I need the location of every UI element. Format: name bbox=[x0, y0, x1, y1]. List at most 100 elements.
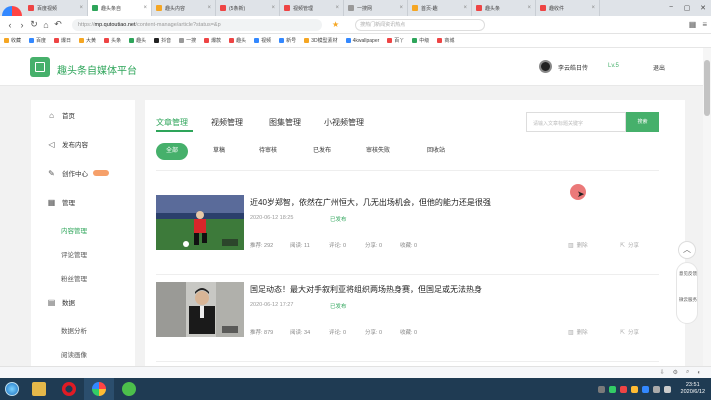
zoom-icon[interactable]: ⌕ bbox=[686, 369, 689, 376]
filter-drafts[interactable]: 草稿 bbox=[205, 143, 233, 160]
taskbar-wechat-icon[interactable] bbox=[114, 378, 144, 400]
article-search-input[interactable]: 请输入文章标题关键字 bbox=[526, 112, 626, 132]
sidebar-item-home[interactable]: ⌂ 首页 bbox=[31, 105, 135, 125]
back-icon[interactable]: ‹ bbox=[4, 20, 16, 30]
delete-button[interactable]: ▥ 删除 bbox=[568, 241, 588, 249]
share-button[interactable]: ⇱ 分享 bbox=[620, 241, 639, 249]
bookmark-item[interactable]: 一搜 bbox=[179, 37, 196, 44]
home-nav-icon[interactable]: ⌂ bbox=[40, 20, 52, 30]
bookmark-item[interactable]: 4kwallpaper bbox=[345, 38, 379, 44]
close-tab-icon[interactable]: × bbox=[143, 5, 147, 11]
close-tab-icon[interactable]: × bbox=[527, 5, 531, 11]
close-window-button[interactable]: ✕ bbox=[695, 4, 711, 12]
close-tab-icon[interactable]: × bbox=[271, 5, 275, 11]
filter-pending[interactable]: 待审核 bbox=[251, 143, 285, 160]
volume-tray-icon[interactable] bbox=[663, 385, 671, 393]
bookmark-item[interactable]: 3D模型素材 bbox=[304, 37, 338, 44]
browser-tab[interactable]: 趣头条自 × bbox=[88, 0, 152, 16]
close-tab-icon[interactable]: × bbox=[335, 5, 339, 11]
download-icon[interactable]: ⇩ bbox=[660, 369, 665, 376]
forward-icon[interactable]: › bbox=[16, 20, 28, 30]
start-button[interactable] bbox=[0, 378, 24, 400]
site-logo-icon[interactable] bbox=[30, 57, 50, 77]
tray-icon[interactable] bbox=[608, 385, 616, 393]
bookmark-star-icon[interactable]: ★ bbox=[332, 20, 339, 29]
browser-tab[interactable]: 视频管理 × bbox=[280, 0, 344, 16]
sidebar-item-data-analysis[interactable]: 数据分析 bbox=[61, 325, 87, 335]
sidebar-item-fans-manage[interactable]: 粉丝管理 bbox=[61, 273, 87, 283]
maximize-button[interactable]: ▢ bbox=[679, 4, 695, 12]
tray-icon[interactable] bbox=[619, 385, 627, 393]
close-tab-icon[interactable]: × bbox=[591, 5, 595, 11]
bookmark-item[interactable]: 收藏 bbox=[4, 37, 21, 44]
undo-icon[interactable]: ↶ bbox=[52, 19, 64, 30]
grid-apps-icon[interactable]: ▦ bbox=[689, 20, 697, 29]
clock[interactable]: 23:51 2020/6/12 bbox=[681, 382, 705, 396]
filter-recycle-bin[interactable]: 回收站 bbox=[419, 143, 453, 160]
share-button[interactable]: ⇱ 分享 bbox=[620, 328, 639, 336]
bookmark-item[interactable]: 趣头 bbox=[129, 37, 146, 44]
article-title[interactable]: 近40岁郑智，依然在广州恒大，几无出场机会，但他的能力还是很强 bbox=[250, 197, 491, 208]
bookmark-item[interactable]: 百度 bbox=[29, 37, 46, 44]
sidebar-item-manage[interactable]: ▦ 管理 bbox=[31, 192, 135, 212]
bookmark-item[interactable]: 商城 bbox=[437, 37, 454, 44]
tray-icon[interactable] bbox=[597, 385, 605, 393]
article-thumbnail[interactable] bbox=[156, 282, 244, 337]
tab-videos[interactable]: 视频管理 bbox=[211, 117, 243, 128]
logout-link[interactable]: 退出 bbox=[653, 63, 665, 72]
tab-galleries[interactable]: 图集管理 bbox=[269, 117, 301, 128]
filter-published[interactable]: 已发布 bbox=[305, 143, 339, 160]
browser-tab[interactable]: 趣收件 × bbox=[536, 0, 600, 16]
browser-tab[interactable]: 首页-趣 × bbox=[408, 0, 472, 16]
browser-tab[interactable]: 趣头内容 × bbox=[152, 0, 216, 16]
filter-rejected[interactable]: 审核失败 bbox=[357, 143, 399, 160]
tray-icon[interactable] bbox=[641, 385, 649, 393]
browser-tab[interactable]: 一搜网 × bbox=[344, 0, 408, 16]
menu-icon[interactable]: ≡ bbox=[702, 20, 707, 29]
tab-articles[interactable]: 文章管理 bbox=[156, 117, 188, 128]
search-button[interactable]: 搜索 bbox=[626, 112, 659, 132]
bookmark-item[interactable]: 头条 bbox=[104, 37, 121, 44]
taskbar-browser-icon[interactable] bbox=[84, 378, 114, 400]
site-name[interactable]: 趣头条自媒体平台 bbox=[57, 62, 137, 77]
settings-icon[interactable]: ⚙ bbox=[673, 369, 678, 376]
bookmark-item[interactable]: 百丫 bbox=[387, 37, 404, 44]
sidebar-item-data[interactable]: ▤ 数据 bbox=[31, 292, 135, 312]
bookmark-item[interactable]: 趣头 bbox=[229, 37, 246, 44]
feedback-button[interactable]: 意见反馈 bbox=[677, 271, 699, 277]
delete-button[interactable]: ▥ 删除 bbox=[568, 328, 588, 336]
browser-logo-icon[interactable] bbox=[0, 0, 24, 26]
browser-tab[interactable]: (5条新) × bbox=[216, 0, 280, 16]
article-thumbnail[interactable] bbox=[156, 195, 244, 250]
close-tab-icon[interactable]: × bbox=[463, 5, 467, 11]
sidebar-item-content-manage[interactable]: 内容管理 bbox=[61, 225, 87, 235]
bookmark-item[interactable]: 大黄 bbox=[79, 37, 96, 44]
taskbar-folder-icon[interactable] bbox=[24, 378, 54, 400]
close-tab-icon[interactable]: × bbox=[399, 5, 403, 11]
page-scrollbar-thumb[interactable] bbox=[704, 60, 710, 116]
browser-search-input[interactable]: 搜热门新闻资讯热点 bbox=[355, 18, 486, 31]
sidebar-item-publish[interactable]: ◁ 发布内容 bbox=[31, 134, 135, 154]
tab-short-videos[interactable]: 小视频管理 bbox=[324, 117, 364, 128]
taskbar-opera-icon[interactable] bbox=[54, 378, 84, 400]
browser-tab[interactable]: 百度视频 × bbox=[24, 0, 88, 16]
network-icon[interactable] bbox=[652, 385, 660, 393]
bookmark-item[interactable]: 新号 bbox=[279, 37, 296, 44]
url-input[interactable]: https://mp.qutoutiao.net/content-manage/… bbox=[72, 18, 322, 31]
tray-icon[interactable] bbox=[630, 385, 638, 393]
close-tab-icon[interactable]: × bbox=[207, 5, 211, 11]
user-name[interactable]: 李云皓日传 bbox=[558, 63, 588, 72]
sidebar-item-reader-profile[interactable]: 阅读画像 bbox=[61, 349, 87, 359]
refresh-icon[interactable]: ↻ bbox=[28, 19, 40, 30]
sidebar-item-comment-manage[interactable]: 评论管理 bbox=[61, 249, 87, 259]
service-button[interactable]: 微云服务 bbox=[677, 297, 699, 303]
bookmark-item[interactable]: 视频 bbox=[254, 37, 271, 44]
bookmark-item[interactable]: 爆日 bbox=[54, 37, 71, 44]
minimize-button[interactable]: − bbox=[663, 4, 679, 12]
bookmark-item[interactable]: 爆款 bbox=[204, 37, 221, 44]
volume-icon[interactable]: ◐ bbox=[697, 370, 701, 376]
avatar[interactable] bbox=[539, 60, 552, 73]
back-to-top-button[interactable]: ︿ bbox=[678, 241, 696, 259]
filter-all[interactable]: 全部 bbox=[156, 143, 188, 160]
bookmark-item[interactable]: 中级 bbox=[412, 37, 429, 44]
